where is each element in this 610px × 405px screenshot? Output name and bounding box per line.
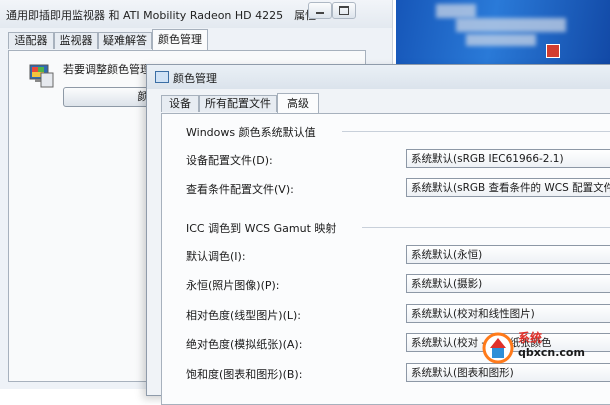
tab-adapter[interactable]: 适配器 — [8, 32, 54, 49]
blurred-region — [456, 18, 566, 32]
perceptual-label: 永恒(照片图像)(P): — [186, 279, 280, 292]
section-title-windows-defaults: Windows 颜色系统默认值 — [186, 126, 316, 139]
tab-advanced[interactable]: 高级 — [277, 93, 319, 113]
section-divider — [362, 227, 610, 228]
blurred-region — [466, 34, 536, 46]
absolute-colorimetric-label: 绝对色度(模拟纸张)(A): — [186, 338, 303, 351]
watermark-text-bottom: qbxcn.com — [518, 346, 585, 359]
minimize-button[interactable] — [308, 2, 332, 19]
window-title: 通用即插即用监视器 和 ATI Mobility Radeon HD 4225 … — [6, 9, 317, 22]
section-divider — [342, 131, 610, 132]
dialog-title: 颜色管理 — [173, 72, 217, 85]
color-monitor-icon — [29, 64, 54, 88]
tab-devices[interactable]: 设备 — [161, 95, 199, 112]
site-watermark-logo: 系统 qbxcn.com — [482, 330, 585, 364]
viewing-conditions-label: 查看条件配置文件(V): — [186, 183, 294, 196]
monitor-icon — [155, 71, 169, 83]
tab-all-profiles[interactable]: 所有配置文件 — [199, 95, 277, 112]
blurred-region — [436, 4, 476, 18]
viewing-conditions-select[interactable]: 系统默认(sRGB 查看条件的 WCS 配置文件 — [406, 178, 610, 197]
saturation-label: 饱和度(图表和图形)(B): — [186, 368, 303, 381]
close-icon[interactable] — [546, 44, 560, 58]
tab-troubleshoot[interactable]: 疑难解答 — [98, 32, 152, 49]
default-rendering-select[interactable]: 系统默认(永恒) — [406, 245, 610, 264]
maximize-button[interactable] — [332, 2, 356, 19]
section-title-gamut-mapping: ICC 调色到 WCS Gamut 映射 — [186, 222, 337, 235]
relative-colorimetric-label: 相对色度(线型图片)(L): — [186, 309, 301, 322]
tab-color-management[interactable]: 颜色管理 — [152, 29, 208, 50]
relative-colorimetric-select[interactable]: 系统默认(校对和线性图片) — [406, 304, 610, 323]
device-profile-select[interactable]: 系统默认(sRGB IEC61966-2.1) — [406, 149, 610, 168]
device-profile-label: 设备配置文件(D): — [186, 154, 273, 167]
dialog-title-bar: 颜色管理 — [147, 65, 610, 89]
watermark-text-top: 系统 — [518, 330, 542, 345]
default-rendering-label: 默认调色(I): — [186, 250, 246, 263]
tab-monitor[interactable]: 监视器 — [54, 32, 98, 49]
perceptual-select[interactable]: 系统默认(摄影) — [406, 274, 610, 293]
title-bar: 通用即插即用监视器 和 ATI Mobility Radeon HD 4225 … — [0, 0, 392, 28]
desktop-background — [396, 0, 610, 66]
